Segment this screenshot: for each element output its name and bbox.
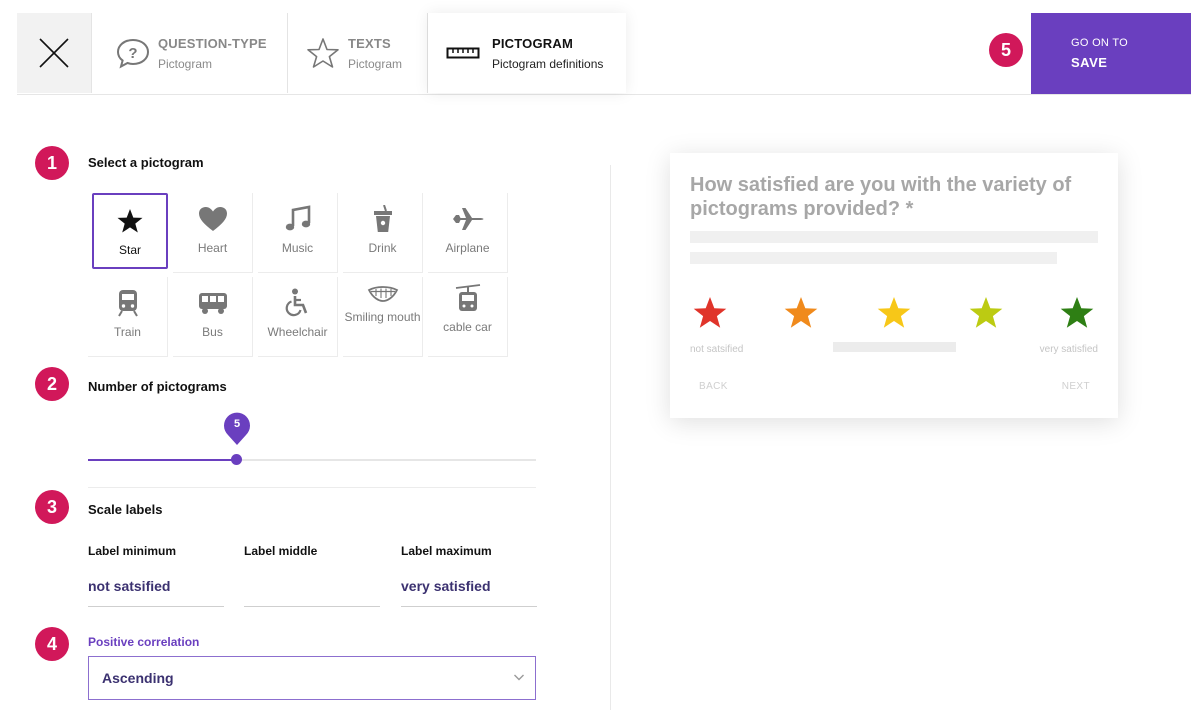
tab-title: TEXTS: [348, 35, 391, 51]
pictogram-label: Airplane: [445, 241, 490, 255]
next-button[interactable]: NEXT: [1062, 381, 1090, 392]
star-rating-icon[interactable]: [783, 296, 819, 330]
save-button-caption: GO ON TO: [1071, 37, 1129, 49]
tab-title: PICTOGRAM: [492, 35, 574, 51]
label-minimum-input[interactable]: not satsified: [88, 578, 170, 594]
label-middle-caption: Label middle: [244, 544, 318, 558]
star-icon: [116, 208, 144, 234]
tab-subtitle: Pictogram: [348, 56, 403, 71]
tab-question-type[interactable]: ? QUESTION-TYPE Pictogram: [92, 13, 288, 93]
pictogram-option-music[interactable]: Music: [258, 193, 338, 273]
label-middle-underline: [244, 606, 380, 607]
pictogram-label: Music: [281, 241, 314, 255]
star-outline-icon: [300, 37, 346, 69]
drink-cup-icon: [372, 205, 394, 232]
cable-car-icon: [455, 283, 481, 313]
correlation-label: Positive correlation: [88, 635, 200, 649]
close-icon: [39, 38, 69, 68]
label-middle-input[interactable]: [244, 578, 380, 598]
tab-subtitle: Pictogram definitions: [492, 56, 604, 71]
placeholder-line: [690, 252, 1057, 264]
tab-subtitle: Pictogram: [158, 56, 213, 71]
airplane-icon: [452, 206, 484, 232]
preview-question: How satisfied are you with the variety o…: [690, 174, 1072, 220]
ruler-icon: [446, 46, 480, 60]
pictogram-option-drink[interactable]: Drink: [343, 193, 423, 273]
label-minimum-underline: [88, 606, 224, 607]
pictogram-option-smiling-mouth[interactable]: Smiling mouth: [343, 277, 423, 357]
tab-texts[interactable]: TEXTS Pictogram: [288, 13, 428, 93]
label-maximum-input[interactable]: very satisfied: [401, 578, 491, 594]
slider-value-pin[interactable]: 5: [222, 411, 252, 446]
wheelchair-icon: [285, 288, 311, 317]
star-rating-icon[interactable]: [876, 296, 912, 330]
correlation-value: Ascending: [102, 670, 174, 686]
pictogram-label: cable car: [443, 320, 492, 334]
step-badge-4: 4: [35, 627, 69, 661]
divider: [88, 487, 536, 488]
save-button[interactable]: GO ON TO SAVE: [1031, 13, 1191, 94]
step-badge-1: 1: [35, 146, 69, 180]
pictogram-option-star[interactable]: Star: [92, 193, 168, 269]
slider-value: 5: [233, 418, 241, 430]
question-circle-icon: ?: [110, 37, 156, 69]
step-badge-3: 3: [35, 490, 69, 524]
pictogram-label: Train: [114, 325, 141, 339]
chevron-down-icon: [514, 674, 524, 681]
label-maximum-caption: Label maximum: [401, 544, 492, 558]
section-title-pictogram: Select a pictogram: [88, 155, 204, 170]
preview-card: How satisfied are you with the variety o…: [670, 153, 1118, 418]
pictogram-option-heart[interactable]: Heart: [173, 193, 253, 273]
slider-handle[interactable]: [231, 454, 242, 465]
star-rating-icon[interactable]: [1059, 296, 1095, 330]
placeholder-line: [690, 231, 1098, 243]
back-button[interactable]: BACK: [699, 381, 728, 392]
pictogram-option-bus[interactable]: Bus: [173, 277, 253, 357]
pictogram-option-wheelchair[interactable]: Wheelchair: [258, 277, 338, 357]
pictogram-label: Heart: [197, 241, 228, 255]
pictogram-label: Drink: [368, 241, 397, 255]
smiling-mouth-icon: [367, 285, 399, 303]
section-title-scale: Scale labels: [88, 502, 163, 517]
pictogram-label: Star: [118, 243, 141, 257]
preview-label-max: very satisfied: [1039, 344, 1098, 355]
tab-title: QUESTION-TYPE: [158, 35, 267, 51]
section-title-number: Number of pictograms: [88, 379, 227, 394]
pictogram-option-airplane[interactable]: Airplane: [428, 193, 508, 273]
pictogram-label: Wheelchair: [267, 325, 328, 339]
slider-fill: [88, 459, 238, 461]
correlation-select[interactable]: Ascending: [88, 656, 536, 700]
star-rating-icon[interactable]: [692, 296, 728, 330]
step-badge-5: 5: [989, 33, 1023, 67]
save-button-label: SAVE: [1071, 55, 1108, 70]
pictogram-option-cable-car[interactable]: cable car: [428, 277, 508, 357]
tab-pictogram[interactable]: PICTOGRAM Pictogram definitions: [428, 13, 626, 93]
close-button[interactable]: [17, 13, 92, 93]
svg-text:?: ?: [128, 45, 137, 62]
vertical-separator: [610, 165, 611, 710]
star-rating-icon[interactable]: [968, 296, 1004, 330]
label-maximum-underline: [401, 606, 537, 607]
preview-label-middle-placeholder: [833, 342, 956, 352]
preview-label-min: not satsified: [690, 344, 744, 355]
bus-icon: [198, 290, 228, 316]
pictogram-label: Smiling mouth: [344, 310, 421, 324]
pictogram-option-train[interactable]: Train: [88, 277, 168, 357]
label-minimum-caption: Label minimum: [88, 544, 177, 558]
heart-icon: [198, 206, 228, 232]
pictogram-label: Bus: [202, 325, 223, 339]
step-badge-2: 2: [35, 367, 69, 401]
music-note-icon: [284, 205, 312, 232]
train-icon: [117, 290, 139, 317]
